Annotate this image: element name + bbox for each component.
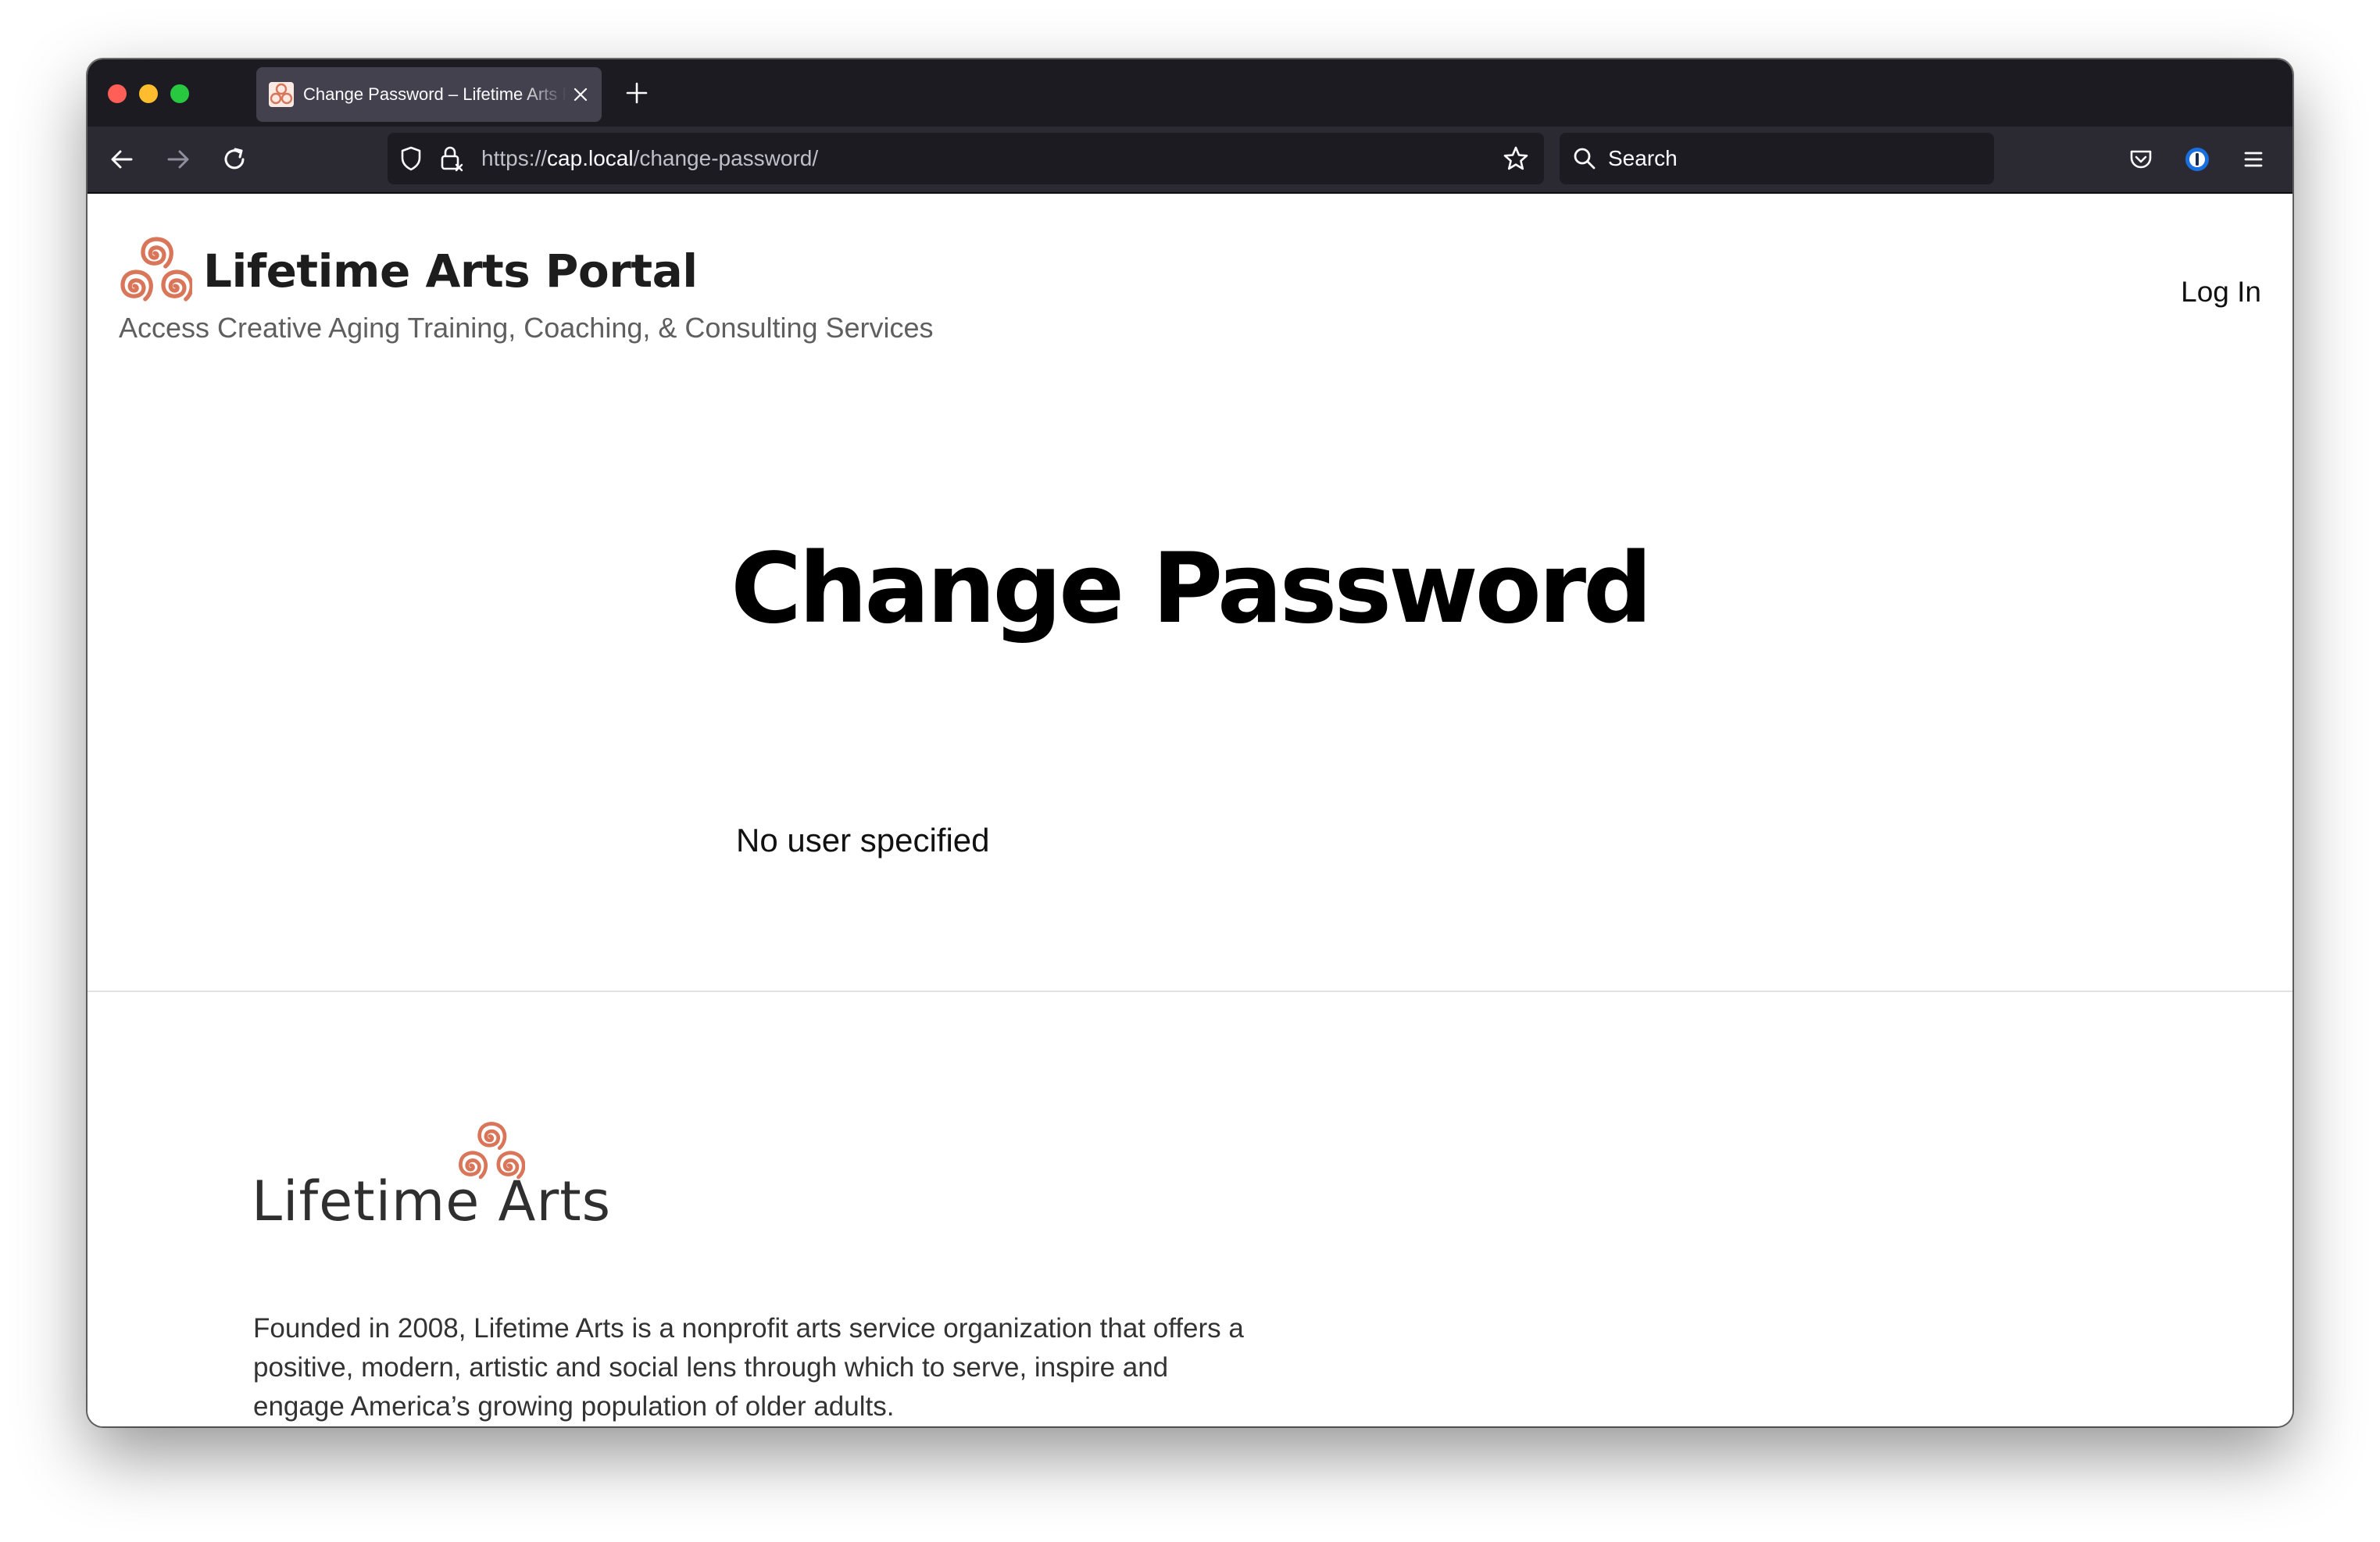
reload-icon[interactable] xyxy=(220,145,248,173)
lock-icon[interactable] xyxy=(438,145,466,173)
pocket-icon[interactable] xyxy=(2127,145,2155,173)
site-name[interactable]: Lifetime Arts Portal xyxy=(203,244,698,298)
new-tab-icon[interactable] xyxy=(625,81,649,105)
password-manager-icon[interactable] xyxy=(2183,145,2211,173)
url-text[interactable]: https://cap.local/change-password/ xyxy=(481,147,818,170)
footer: Lifetime Arts Founded in 2008, Lifetime … xyxy=(88,991,2292,1426)
triple-spiral-icon[interactable] xyxy=(117,234,192,306)
shield-icon[interactable] xyxy=(397,145,425,173)
footer-about-text: Founded in 2008, Lifetime Arts is a nonp… xyxy=(253,1313,1244,1422)
page-title: Change Password xyxy=(731,533,1653,645)
minimize-window-button[interactable] xyxy=(139,84,158,103)
site-tagline: Access Creative Aging Training, Coaching… xyxy=(119,312,934,344)
hamburger-menu-icon[interactable] xyxy=(2239,145,2267,173)
login-link[interactable]: Log In xyxy=(2181,275,2261,309)
footer-logo[interactable]: Lifetime Arts xyxy=(252,1120,610,1237)
address-bar[interactable]: https://cap.local/change-password/ xyxy=(388,133,1544,184)
tab-title: Change Password – Lifetime Arts Portal xyxy=(303,84,567,104)
favicon-icon xyxy=(269,82,294,107)
status-message: No user specified xyxy=(736,822,990,858)
search-placeholder: Search xyxy=(1608,146,1678,170)
forward-arrow-icon[interactable] xyxy=(164,145,192,173)
close-window-button[interactable] xyxy=(108,84,127,103)
zoom-window-button[interactable] xyxy=(170,84,189,103)
back-arrow-icon[interactable] xyxy=(108,145,136,173)
navigation-toolbar: https://cap.local/change-password/ Searc… xyxy=(88,127,2292,194)
url-path: /change-password/ xyxy=(633,146,819,170)
tab-change-password[interactable]: Change Password – Lifetime Arts Portal xyxy=(256,67,602,122)
search-input[interactable]: Search xyxy=(1560,133,1994,184)
search-icon xyxy=(1571,145,1599,173)
footer-logo-text: Lifetime Arts xyxy=(252,1169,612,1233)
browser-window: Change Password – Lifetime Arts Portal xyxy=(88,59,2292,1426)
url-host: cap.local xyxy=(547,146,634,170)
star-icon[interactable] xyxy=(1502,145,1530,173)
close-tab-icon[interactable] xyxy=(572,86,589,103)
page-content: Lifetime Arts Portal Access Creative Agi… xyxy=(88,194,2292,1426)
url-scheme: https:// xyxy=(481,146,548,170)
tab-strip: Change Password – Lifetime Arts Portal xyxy=(88,59,2292,127)
